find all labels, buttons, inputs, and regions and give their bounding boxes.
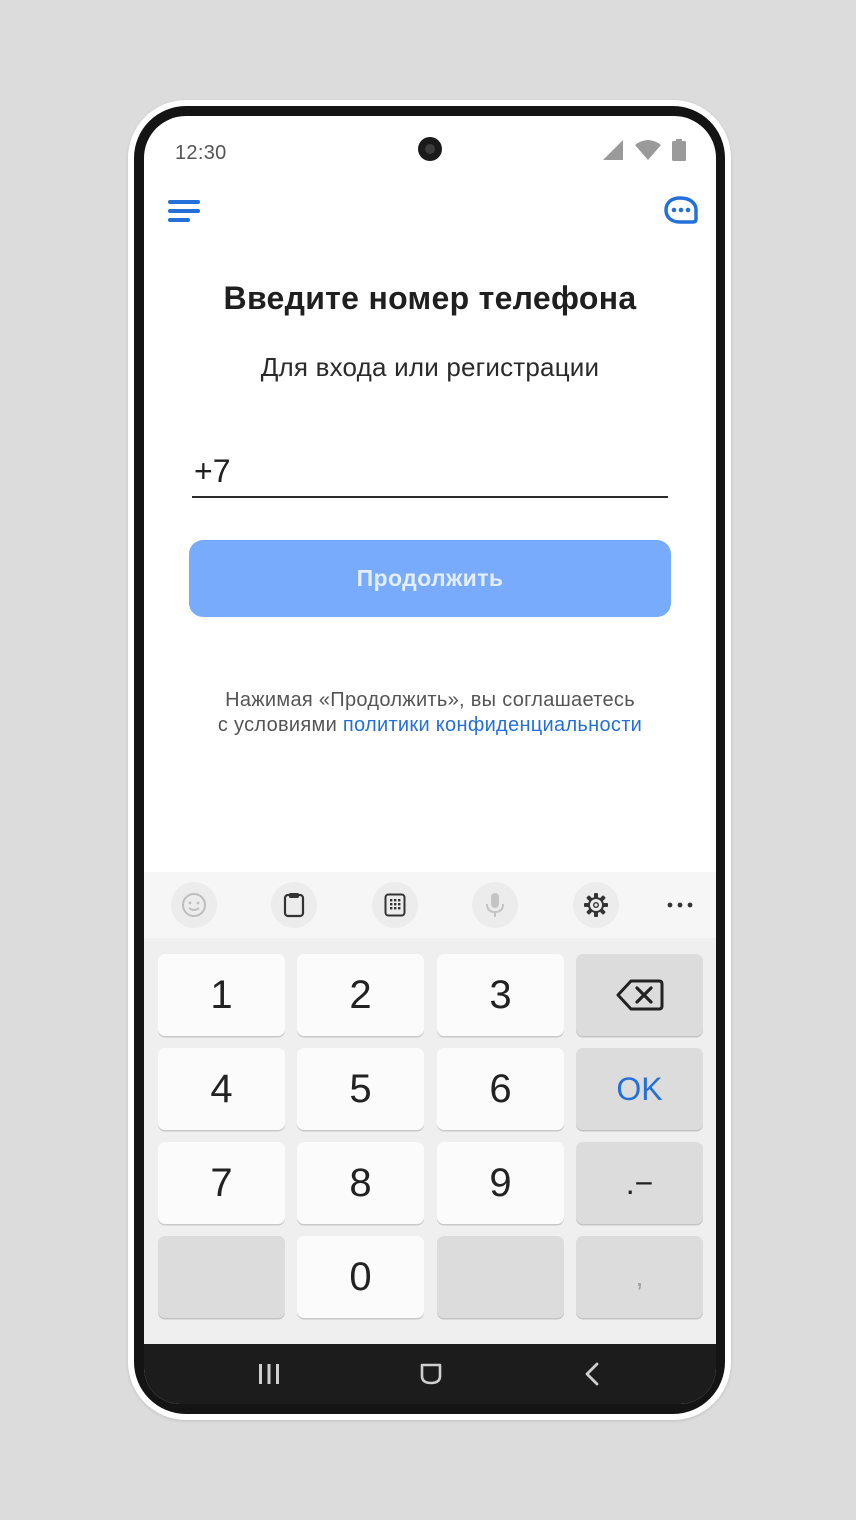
key-8[interactable]: 8: [297, 1142, 424, 1224]
ok-key[interactable]: OK: [576, 1048, 703, 1130]
page-subtitle: Для входа или регистрации: [260, 352, 600, 382]
backspace-key[interactable]: [576, 954, 703, 1036]
status-icons: [602, 138, 686, 162]
gear-icon[interactable]: [573, 882, 619, 928]
terms-line-2: с условиями политики конфиденциальности: [144, 713, 716, 738]
system-navigation-bar: [144, 1344, 716, 1404]
backspace-icon: [616, 979, 663, 1011]
recent-apps-icon[interactable]: [249, 1358, 289, 1390]
wifi-icon: [635, 140, 661, 160]
page-title: Введите номер телефона: [223, 280, 637, 316]
comma-key[interactable]: ,: [576, 1236, 703, 1318]
blank-key-right: [437, 1236, 564, 1318]
numeric-keyboard: 1 2 3 4 5 6 OK 7 8 9 .− 0 ,: [144, 938, 716, 1344]
microphone-icon[interactable]: [472, 882, 518, 928]
keyboard-toolbar: [144, 872, 716, 938]
chat-bubble-icon[interactable]: [660, 194, 700, 230]
key-3[interactable]: 3: [437, 954, 564, 1036]
keypad-icon[interactable]: [372, 882, 418, 928]
privacy-policy-link[interactable]: политики конфиденциальности: [343, 714, 642, 736]
back-icon[interactable]: [572, 1358, 612, 1390]
key-0[interactable]: 0: [297, 1236, 424, 1318]
key-9[interactable]: 9: [437, 1142, 564, 1224]
hamburger-menu-icon[interactable]: [166, 196, 206, 228]
phone-number-input[interactable]: [192, 446, 668, 498]
home-icon[interactable]: [411, 1358, 451, 1390]
punctuation-key[interactable]: .−: [576, 1142, 703, 1224]
phone-screen: 12:30 Введите номер телефона Для входа и…: [144, 116, 716, 1404]
cellular-signal-icon: [603, 140, 623, 160]
key-4[interactable]: 4: [158, 1048, 285, 1130]
key-5[interactable]: 5: [297, 1048, 424, 1130]
blank-key-left: [158, 1236, 285, 1318]
status-time: 12:30: [175, 142, 227, 164]
continue-button[interactable]: Продолжить: [189, 540, 671, 617]
key-2[interactable]: 2: [297, 954, 424, 1036]
terms-text: Нажимая «Продолжить», вы соглашаетесь: [225, 689, 635, 711]
more-icon[interactable]: [658, 882, 702, 928]
front-camera: [418, 137, 442, 161]
terms-prefix: с условиями: [217, 714, 343, 736]
clipboard-icon[interactable]: [271, 882, 317, 928]
emoji-icon[interactable]: [171, 882, 217, 928]
terms-notice: Нажимая «Продолжить», вы соглашаетесь с …: [144, 688, 716, 738]
key-1[interactable]: 1: [158, 954, 285, 1036]
key-6[interactable]: 6: [437, 1048, 564, 1130]
key-7[interactable]: 7: [158, 1142, 285, 1224]
battery-icon: [672, 139, 686, 161]
